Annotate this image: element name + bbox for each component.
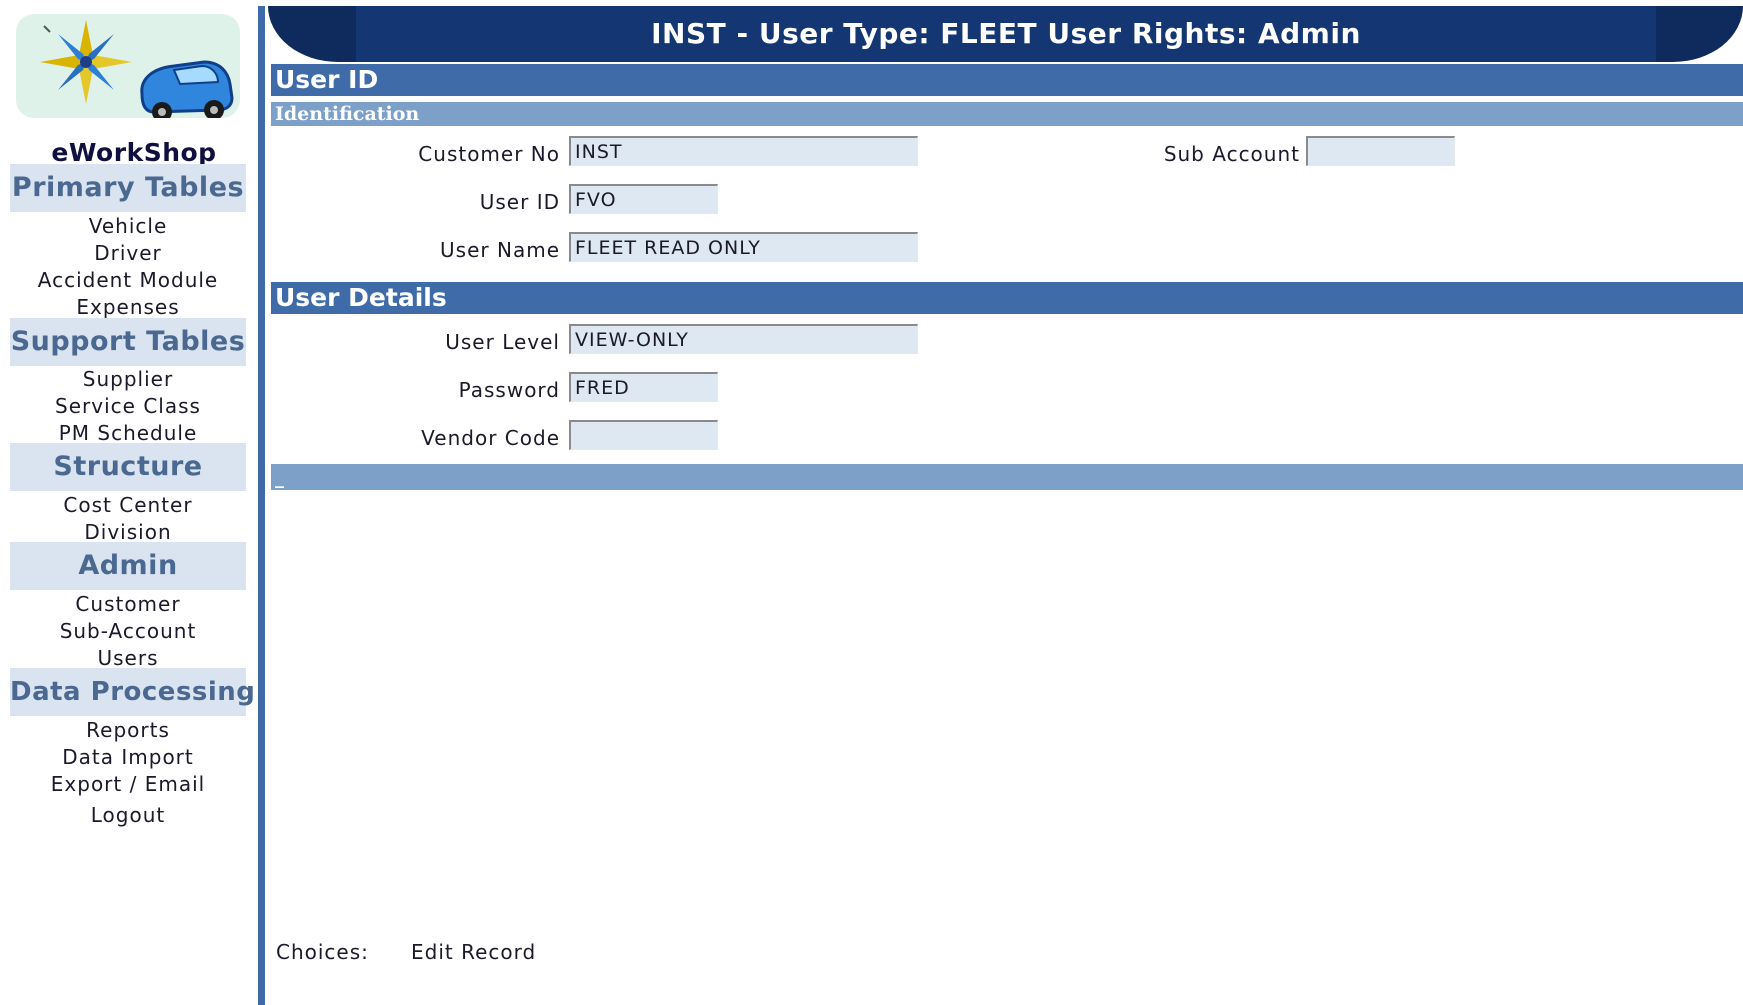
choices-label: Choices: [276, 940, 369, 964]
nav-item-data-import[interactable]: Data Import [10, 745, 246, 769]
section-footer-bar: _ [271, 464, 1743, 490]
nav-item-expenses[interactable]: Expenses [10, 295, 246, 319]
vendor-code-label: Vendor Code [421, 426, 560, 450]
nav-group-data-processing: Data Processing [10, 668, 255, 716]
vendor-code-field[interactable] [569, 420, 718, 450]
customer-no-label: Customer No [418, 142, 560, 166]
user-name-label: User Name [440, 238, 560, 262]
password-label: Password [458, 378, 560, 402]
user-name-field[interactable]: FLEET READ ONLY [569, 232, 918, 262]
user-id-field[interactable]: FVO [569, 184, 718, 214]
nav-group-primary-tables: Primary Tables [10, 164, 246, 212]
nav-item-export-email[interactable]: Export / Email [10, 772, 246, 796]
edit-record-link[interactable]: Edit Record [411, 940, 536, 964]
logout-link[interactable]: Logout [10, 803, 246, 827]
nav-item-cost-center[interactable]: Cost Center [10, 493, 246, 517]
section-user-details-header: User Details [271, 282, 1743, 314]
customer-no-field[interactable]: INST [569, 136, 918, 166]
password-field[interactable]: FRED [569, 372, 718, 402]
nav-item-service-class[interactable]: Service Class [10, 394, 246, 418]
nav-group-structure: Structure [10, 443, 246, 491]
nav-item-supplier[interactable]: Supplier [10, 367, 246, 391]
banner-title: INST - User Type: FLEET User Rights: Adm… [651, 17, 1361, 50]
section-identification-header: Identification [271, 102, 1743, 126]
sidebar-divider [258, 6, 265, 1005]
compass-car-logo [16, 14, 240, 118]
nav-group-admin: Admin [10, 542, 246, 590]
sub-account-field[interactable] [1306, 136, 1455, 166]
nav-item-driver[interactable]: Driver [10, 241, 246, 265]
brand-name: eWorkShop [51, 138, 217, 167]
user-id-label: User ID [479, 190, 560, 214]
user-level-field[interactable]: VIEW-ONLY [569, 324, 918, 354]
nav-item-vehicle[interactable]: Vehicle [10, 214, 246, 238]
nav-item-pm-schedule[interactable]: PM Schedule [10, 421, 246, 445]
user-level-label: User Level [445, 330, 560, 354]
nav-item-sub-account[interactable]: Sub-Account [10, 619, 246, 643]
nav-item-users[interactable]: Users [10, 646, 246, 670]
nav-item-reports[interactable]: Reports [10, 718, 246, 742]
sub-account-label: Sub Account [1163, 142, 1300, 166]
nav-item-customer[interactable]: Customer [10, 592, 246, 616]
section-user-id-header: User ID [271, 64, 1743, 96]
nav-item-division[interactable]: Division [10, 520, 246, 544]
sidebar: eWorkShop Primary Tables Vehicle Driver … [10, 6, 258, 1005]
nav-item-accident-module[interactable]: Accident Module [10, 268, 246, 292]
nav-group-support-tables: Support Tables [10, 318, 246, 366]
